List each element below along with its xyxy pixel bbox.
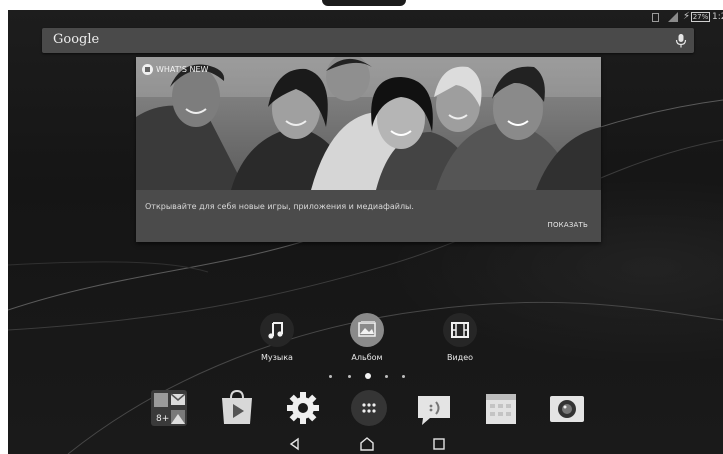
google-search-bar[interactable]: Google — [42, 28, 694, 53]
page-indicator — [8, 372, 723, 382]
whats-new-badge: WHAT'S NEW — [142, 64, 208, 75]
back-icon[interactable] — [285, 436, 305, 452]
device-screen: ⚡ 27% 1:28 Google — [0, 0, 723, 454]
page-dot[interactable] — [385, 375, 388, 378]
settings-gear-icon[interactable] — [283, 388, 323, 428]
app-drawer-icon[interactable] — [349, 388, 389, 428]
microphone-icon[interactable] — [674, 33, 688, 49]
recent-apps-icon[interactable] — [429, 436, 449, 452]
svg-text:8+: 8+ — [156, 414, 169, 424]
google-apps-folder-icon[interactable]: 8+ — [149, 388, 189, 428]
calendar-icon[interactable] — [481, 388, 521, 428]
whats-new-title: WHAT'S NEW — [156, 65, 209, 74]
google-logo: Google — [53, 32, 100, 47]
music-app[interactable]: Музыка — [237, 313, 317, 362]
whats-new-text: Открывайте для себя новые игры, приложен… — [145, 202, 414, 211]
video-app[interactable]: Видео — [420, 313, 500, 362]
page-dot-active[interactable] — [365, 373, 371, 379]
battery-icon: 27% — [691, 12, 710, 22]
whats-new-card[interactable]: WHAT'S NEW Открывайте для себя новые игр… — [136, 57, 601, 242]
album-app[interactable]: Альбом — [327, 313, 407, 362]
music-app-label: Музыка — [261, 353, 293, 362]
whats-new-photo: WHAT'S NEW — [136, 57, 601, 190]
front-camera-notch — [322, 0, 406, 6]
status-time: 1:28 — [712, 12, 723, 22]
page-dot[interactable] — [348, 375, 351, 378]
app-dock: 8+ — [8, 388, 723, 428]
messaging-icon[interactable] — [414, 388, 454, 428]
video-app-label: Видео — [446, 353, 474, 362]
show-button[interactable]: ПОКАЗАТЬ — [548, 221, 589, 229]
navigation-bar — [8, 434, 723, 454]
home-screen: ⚡ 27% 1:28 Google — [8, 10, 723, 454]
album-icon[interactable] — [350, 313, 384, 347]
video-icon[interactable] — [443, 313, 477, 347]
battery-level: 27% — [692, 13, 709, 21]
signal-icon — [668, 12, 678, 22]
friends-group-image — [136, 57, 601, 190]
home-icon[interactable] — [357, 436, 377, 452]
album-app-label: Альбом — [351, 353, 383, 362]
play-store-icon[interactable] — [217, 388, 257, 428]
page-dot[interactable] — [329, 375, 332, 378]
charging-icon: ⚡ — [683, 11, 691, 22]
status-bar: ⚡ 27% 1:28 — [8, 10, 723, 26]
sim-icon — [652, 13, 659, 22]
whats-new-icon — [142, 64, 153, 75]
camera-icon[interactable] — [547, 388, 587, 428]
page-dot[interactable] — [402, 375, 405, 378]
music-note-icon[interactable] — [260, 313, 294, 347]
